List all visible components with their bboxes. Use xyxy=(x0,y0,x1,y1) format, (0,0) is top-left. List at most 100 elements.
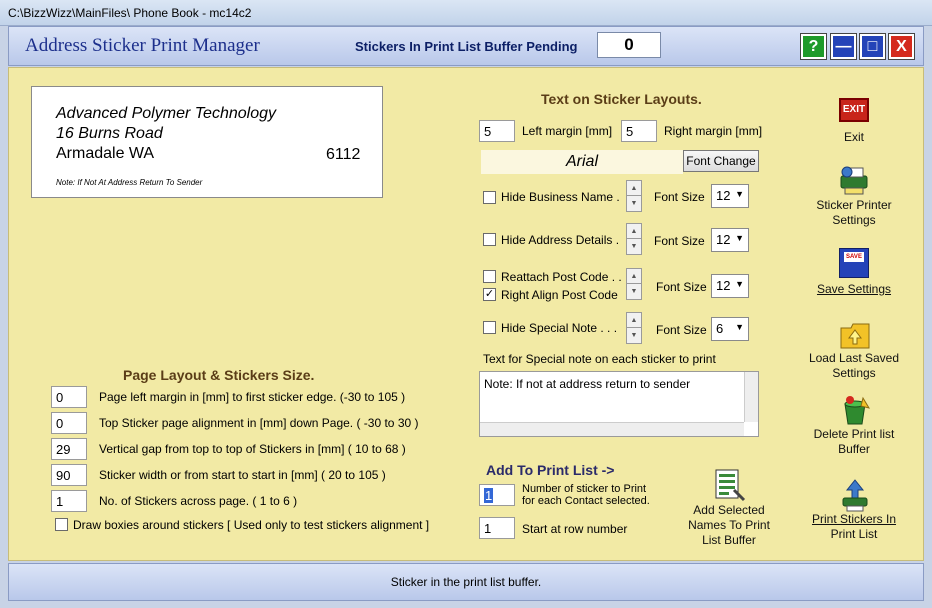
add-selected-label-1: Add Selected xyxy=(693,503,765,517)
list-add-icon xyxy=(715,469,746,502)
load-saved-button[interactable]: Load Last Saved Settings xyxy=(801,320,907,382)
spin-up-icon[interactable]: ▲ xyxy=(627,313,641,328)
help-button[interactable]: ? xyxy=(801,34,826,59)
reattach-postcode-checkbox[interactable] xyxy=(483,270,496,283)
print-stickers-label-2: Print List xyxy=(830,527,878,541)
stickers-across-label: No. of Stickers across page. ( 1 to 6 ) xyxy=(99,494,298,508)
postcode-spinner[interactable]: ▲ ▼ xyxy=(626,268,642,300)
font-change-button[interactable]: Font Change xyxy=(683,150,759,172)
add-selected-label-2: Names To Print xyxy=(688,518,770,532)
business-font-size-select[interactable]: 12 ▼ xyxy=(711,184,749,208)
exit-label: Exit xyxy=(843,130,864,144)
pending-count: 0 xyxy=(597,32,661,58)
print-stickers-button[interactable]: Print Stickers In Print List xyxy=(801,478,907,544)
spin-down-icon[interactable]: ▼ xyxy=(627,196,641,211)
right-margin-input[interactable]: 5 xyxy=(621,120,657,142)
special-note-textarea[interactable]: Note: If not at address return to sender xyxy=(479,371,759,437)
help-icon: ? xyxy=(808,38,819,55)
hide-address-label: Hide Address Details . xyxy=(501,233,620,247)
address-font-size-select[interactable]: 12 ▼ xyxy=(711,228,749,252)
address-font-size-label: Font Size xyxy=(654,234,705,248)
preview-line-3: Armadale WA xyxy=(56,145,155,162)
chevron-down-icon: ▼ xyxy=(735,233,744,243)
printer-settings-icon xyxy=(840,166,868,195)
minimize-button[interactable]: — xyxy=(831,34,856,59)
hide-address-checkbox[interactable] xyxy=(483,233,496,246)
status-bar: Sticker in the print list buffer. xyxy=(8,563,924,601)
spin-up-icon[interactable]: ▲ xyxy=(627,224,641,239)
spin-up-icon[interactable]: ▲ xyxy=(627,181,641,196)
app-title: Address Sticker Print Manager xyxy=(25,35,260,56)
spin-down-icon[interactable]: ▼ xyxy=(627,239,641,254)
special-font-size-value: 6 xyxy=(716,321,724,336)
vertical-gap-label: Vertical gap from top to top of Stickers… xyxy=(99,442,406,456)
start-row-input[interactable]: 1 xyxy=(479,517,515,539)
minimize-icon: — xyxy=(835,38,852,55)
sticker-count-input[interactable]: 1 xyxy=(479,484,515,506)
save-settings-label: Save Settings xyxy=(816,282,892,296)
spin-down-icon[interactable]: ▼ xyxy=(627,284,641,299)
start-row-label: Start at row number xyxy=(522,522,628,536)
save-icon: SAVE xyxy=(839,248,869,278)
chevron-down-icon: ▼ xyxy=(735,189,744,199)
right-align-postcode-checkbox[interactable]: ✓ xyxy=(483,288,496,301)
hide-special-checkbox[interactable] xyxy=(483,321,496,334)
special-spinner[interactable]: ▲ ▼ xyxy=(626,312,642,344)
special-font-size-label: Font Size xyxy=(656,323,707,337)
special-note-label: Text for Special note on each sticker to… xyxy=(483,352,716,366)
right-margin-label: Right margin [mm] xyxy=(664,124,763,138)
folder-up-icon xyxy=(840,323,870,349)
preview-note: Note: If Not At Address Return To Sender xyxy=(56,178,203,187)
spin-up-icon[interactable]: ▲ xyxy=(627,269,641,284)
chevron-down-icon: ▼ xyxy=(735,279,744,289)
status-text: Sticker in the print list buffer. xyxy=(390,575,542,589)
address-spinner[interactable]: ▲ ▼ xyxy=(626,223,642,255)
printer-settings-button[interactable]: Sticker Printer Settings xyxy=(801,164,907,228)
chevron-down-icon: ▼ xyxy=(735,322,744,332)
sticker-count-label: Number of sticker to Print for each Cont… xyxy=(522,483,650,507)
save-icon-label: SAVE xyxy=(844,252,864,262)
draw-boxes-checkbox[interactable] xyxy=(55,518,68,531)
sticker-width-input[interactable]: 90 xyxy=(51,464,87,486)
draw-boxes-label: Draw boxies around stickers [ Used only … xyxy=(73,518,430,532)
special-note-text: Note: If not at address return to sender xyxy=(484,377,691,391)
left-margin-label: Left margin [mm] xyxy=(522,124,613,138)
exit-button[interactable]: EXIT Exit xyxy=(801,98,907,146)
font-name-display: Arial xyxy=(481,150,683,174)
hide-business-label: Hide Business Name . xyxy=(501,190,620,204)
maximize-icon: □ xyxy=(867,38,878,55)
load-saved-label-1: Load Last Saved xyxy=(808,351,900,365)
textarea-vertical-scrollbar[interactable] xyxy=(744,372,758,422)
hide-business-checkbox[interactable] xyxy=(483,191,496,204)
stickers-across-input[interactable]: 1 xyxy=(51,490,87,512)
add-selected-label-3: List Buffer xyxy=(702,533,756,547)
textarea-horizontal-scrollbar[interactable] xyxy=(480,422,744,436)
maximize-button[interactable]: □ xyxy=(860,34,885,59)
left-margin-input[interactable]: 5 xyxy=(479,120,515,142)
vertical-gap-input[interactable]: 29 xyxy=(51,438,87,460)
sticker-width-label: Sticker width or from start to start in … xyxy=(99,468,386,482)
spin-down-icon[interactable]: ▼ xyxy=(627,328,641,343)
postcode-font-size-value: 12 xyxy=(716,278,731,293)
add-selected-button[interactable]: Add Selected Names To Print List Buffer xyxy=(677,468,781,550)
page-left-margin-input[interactable]: 0 xyxy=(51,386,87,408)
address-font-size-value: 12 xyxy=(716,232,731,247)
save-settings-button[interactable]: SAVE Save Settings xyxy=(801,248,907,298)
top-alignment-input[interactable]: 0 xyxy=(51,412,87,434)
hide-special-label: Hide Special Note . . . xyxy=(501,321,618,335)
close-button[interactable]: X xyxy=(889,34,914,59)
sticker-count-value: 1 xyxy=(484,488,494,503)
header-bar: Address Sticker Print Manager Stickers I… xyxy=(8,26,924,66)
preview-line-1: Advanced Polymer Technology xyxy=(56,105,276,122)
sticker-count-label-line1: Number of sticker to Print xyxy=(522,483,647,495)
business-spinner[interactable]: ▲ ▼ xyxy=(626,180,642,212)
special-font-size-select[interactable]: 6 ▼ xyxy=(711,317,749,341)
printer-settings-label-1: Sticker Printer xyxy=(816,198,892,212)
page-left-margin-label: Page left margin in [mm] to first sticke… xyxy=(99,390,406,404)
print-list-title: Add To Print List -> xyxy=(486,462,615,478)
load-saved-label-2: Settings xyxy=(832,366,876,380)
window-titlebar: C:\BizzWizz\MainFiles\ Phone Book - mc14… xyxy=(0,0,932,26)
main-panel: Advanced Polymer Technology 16 Burns Roa… xyxy=(8,67,924,561)
postcode-font-size-select[interactable]: 12 ▼ xyxy=(711,274,749,298)
delete-buffer-button[interactable]: Delete Print list Buffer xyxy=(801,394,907,456)
